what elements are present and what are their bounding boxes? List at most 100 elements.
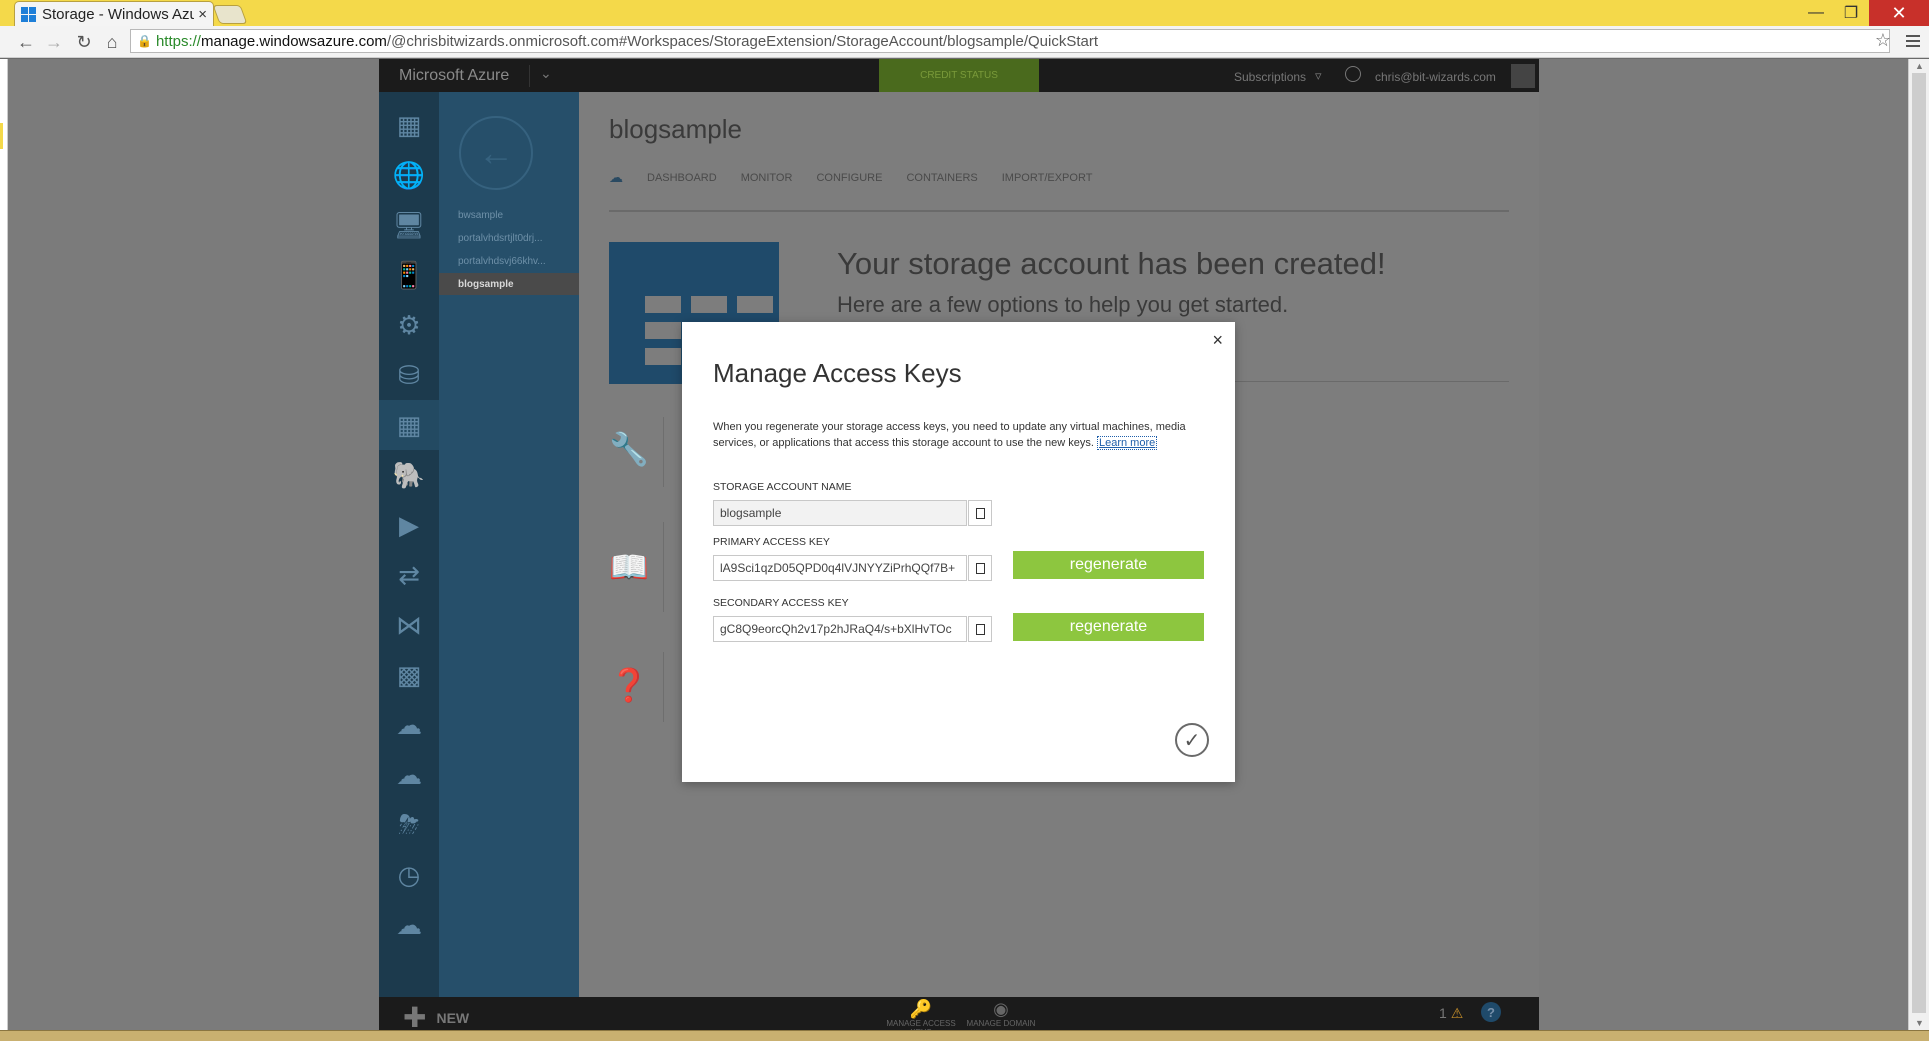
service-rail: ▦ 🌐 🖥 📱 ⚙ ⛁ ▦ 🐘 ▶ ⇄ ⋈ ▩ ☁ ☁ ⛈ ◷ ☁ bbox=[379, 92, 439, 997]
subnav-item-3[interactable]: blogsample bbox=[439, 273, 579, 295]
scroll-up-icon[interactable]: ▲ bbox=[1909, 59, 1929, 73]
browser-tab[interactable]: Storage - Windows Azure × bbox=[14, 1, 214, 26]
warning-icon: ⚠ bbox=[1450, 1005, 1464, 1021]
subnav-item-1[interactable]: portalvhdsrtjlt0drj... bbox=[439, 227, 579, 249]
new-button[interactable]: ✚ NEW bbox=[403, 1001, 469, 1030]
browser-title-bar: Storage - Windows Azure × — ❐ ✕ bbox=[0, 0, 1929, 26]
cloud-services-icon[interactable]: ⚙ bbox=[379, 300, 439, 350]
api-management-icon[interactable]: ☁ bbox=[379, 900, 439, 950]
filter-icon[interactable]: ▿ bbox=[1315, 68, 1322, 84]
help-bubble-icon: ❓ bbox=[609, 667, 649, 703]
media-services-icon[interactable]: ▶ bbox=[379, 500, 439, 550]
window-maximize-button[interactable]: ❐ bbox=[1835, 0, 1867, 26]
recovery-services-icon[interactable]: ☁ bbox=[379, 750, 439, 800]
copy-icon bbox=[972, 620, 985, 635]
url-host: manage.windowsazure.com bbox=[200, 32, 387, 50]
primary-access-key-label: PRIMARY ACCESS KEY bbox=[713, 536, 830, 548]
globe-icon[interactable] bbox=[1345, 66, 1361, 82]
page-title: blogsample bbox=[609, 114, 742, 144]
virtual-machines-icon[interactable]: 🖥 bbox=[379, 200, 439, 250]
url-path: /@chrisbitwizards.onmicrosoft.com#Worksp… bbox=[386, 32, 1099, 50]
web-sites-icon[interactable]: 🌐 bbox=[379, 150, 439, 200]
quickstart-cloud-icon[interactable]: ☁ bbox=[609, 169, 623, 186]
home-icon[interactable]: ⌂ bbox=[100, 30, 124, 54]
notifications-button[interactable]: 1 ⚠ bbox=[1439, 1005, 1463, 1022]
cdn-icon[interactable]: ⛈ bbox=[379, 800, 439, 850]
mobile-services-icon[interactable]: 📱 bbox=[379, 250, 439, 300]
quickstart-heading: Your storage account has been created! bbox=[837, 246, 1386, 281]
copy-icon bbox=[972, 559, 985, 574]
brand-name[interactable]: Microsoft Azure bbox=[399, 67, 509, 85]
manage-access-keys-button[interactable]: 🔑 MANAGE ACCESS KEYS bbox=[881, 999, 961, 1030]
manage-domain-label: MANAGE DOMAIN bbox=[966, 1019, 1036, 1028]
copy-icon bbox=[972, 504, 985, 519]
left-edge bbox=[0, 59, 8, 1030]
window-minimize-button[interactable]: — bbox=[1800, 0, 1832, 26]
subnav-item-2[interactable]: portalvhdsvj66khv... bbox=[439, 250, 579, 272]
copy-primary-key-button[interactable] bbox=[968, 555, 992, 581]
ok-checkmark-button[interactable]: ✓ bbox=[1175, 723, 1209, 757]
browser-menu-icon[interactable] bbox=[1903, 30, 1923, 52]
storage-account-name-field[interactable]: blogsample bbox=[713, 500, 967, 526]
storage-icon[interactable]: ▦ bbox=[379, 400, 439, 450]
copy-account-name-button[interactable] bbox=[968, 500, 992, 526]
visual-studio-icon[interactable]: ⋈ bbox=[379, 600, 439, 650]
tab-title: Storage - Windows Azure bbox=[42, 5, 195, 23]
learn-more-link[interactable]: Learn more bbox=[1096, 436, 1158, 450]
reload-icon[interactable]: ↻ bbox=[72, 30, 96, 54]
cache-icon[interactable]: ▩ bbox=[379, 650, 439, 700]
resource-subnav: ← bwsample portalvhdsrtjlt0drj... portal… bbox=[439, 92, 579, 997]
hdinsight-icon[interactable]: 🐘 bbox=[379, 450, 439, 500]
quickstart-subheading: Here are a few options to help you get s… bbox=[837, 292, 1289, 317]
secondary-access-key-field[interactable]: gC8Q9eorcQh2v17p2hJRaQ4/s+bXlHvTOc bbox=[713, 616, 967, 642]
scroll-thumb[interactable] bbox=[1912, 73, 1926, 1013]
book-icon: 📖 bbox=[609, 549, 649, 585]
plus-icon: ✚ bbox=[403, 1002, 427, 1030]
location-pin-icon: ◉ bbox=[993, 999, 1009, 1019]
window-close-button[interactable]: ✕ bbox=[1869, 0, 1929, 26]
tab-import-export[interactable]: IMPORT/EXPORT bbox=[1002, 172, 1093, 184]
back-arrow-icon[interactable]: ← bbox=[14, 30, 38, 54]
user-email[interactable]: chris@bit-wizards.com bbox=[1375, 70, 1496, 84]
tab-dashboard[interactable]: DASHBOARD bbox=[647, 172, 717, 184]
primary-access-key-field[interactable]: lA9Sci1qzD05QPD0q4lVJNYYZiPrhQQf7B+ bbox=[713, 555, 967, 581]
scroll-down-icon[interactable]: ▼ bbox=[1909, 1016, 1929, 1030]
sql-databases-icon[interactable]: ⛁ bbox=[379, 350, 439, 400]
url-scheme: https:// bbox=[155, 32, 201, 50]
address-bar[interactable]: 🔒 https:// manage.windowsazure.com /@chr… bbox=[130, 29, 1890, 53]
resource-tabs: ☁ DASHBOARD MONITOR CONFIGURE CONTAINERS… bbox=[609, 169, 1092, 186]
back-arrow-icon[interactable]: ← bbox=[459, 116, 533, 190]
dialog-description: When you regenerate your storage access … bbox=[713, 419, 1203, 451]
manage-domain-button[interactable]: ◉ MANAGE DOMAIN bbox=[961, 999, 1041, 1028]
bookmark-star-icon[interactable]: ☆ bbox=[1875, 30, 1891, 51]
service-bus-icon[interactable]: ⇄ bbox=[379, 550, 439, 600]
help-icon[interactable]: ? bbox=[1481, 1002, 1501, 1022]
chevron-down-icon[interactable]: ⌄ bbox=[529, 65, 552, 87]
storage-account-name-label: STORAGE ACCOUNT NAME bbox=[713, 481, 852, 493]
close-icon[interactable]: × bbox=[1212, 330, 1223, 351]
command-bar: ✚ NEW 🔑 MANAGE ACCESS KEYS ◉ MANAGE DOMA… bbox=[379, 997, 1539, 1030]
tab-configure[interactable]: CONFIGURE bbox=[816, 172, 882, 184]
new-button-label: NEW bbox=[436, 1009, 470, 1026]
vertical-scrollbar[interactable]: ▲ ▼ bbox=[1908, 59, 1929, 1030]
avatar[interactable] bbox=[1511, 64, 1535, 88]
subnav-item-0[interactable]: bwsample bbox=[439, 204, 579, 226]
browser-toolbar: ← → ↻ ⌂ 🔒 https:// manage.windowsazure.c… bbox=[0, 26, 1929, 58]
scheduler-icon[interactable]: ◷ bbox=[379, 850, 439, 900]
manage-access-keys-label: MANAGE ACCESS KEYS bbox=[886, 1019, 956, 1030]
regenerate-secondary-button[interactable]: regenerate bbox=[1013, 613, 1204, 641]
tab-close-icon[interactable]: × bbox=[198, 6, 207, 23]
regenerate-primary-button[interactable]: regenerate bbox=[1013, 551, 1204, 579]
secondary-access-key-label: SECONDARY ACCESS KEY bbox=[713, 597, 849, 609]
biztalk-icon[interactable]: ☁ bbox=[379, 700, 439, 750]
windows-logo-icon bbox=[21, 6, 36, 22]
forward-arrow-icon[interactable]: → bbox=[42, 30, 66, 54]
all-items-icon[interactable]: ▦ bbox=[379, 100, 439, 150]
credit-status-button[interactable]: CREDIT STATUS bbox=[879, 59, 1039, 92]
tab-monitor[interactable]: MONITOR bbox=[741, 172, 793, 184]
new-tab-button[interactable] bbox=[212, 5, 248, 24]
tab-containers[interactable]: CONTAINERS bbox=[906, 172, 977, 184]
copy-secondary-key-button[interactable] bbox=[968, 616, 992, 642]
key-icon: 🔑 bbox=[909, 999, 933, 1019]
subscriptions-link[interactable]: Subscriptions bbox=[1234, 70, 1306, 84]
